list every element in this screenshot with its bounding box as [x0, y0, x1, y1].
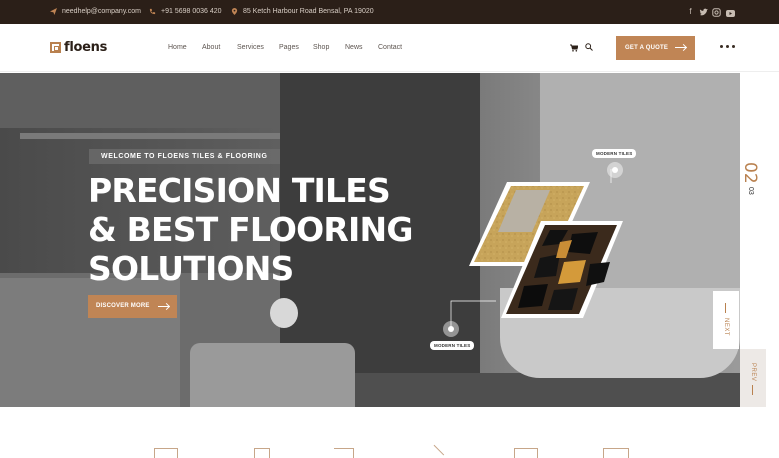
feature-icon [154, 448, 178, 458]
hero-title-line: SOLUTIONS [88, 249, 294, 288]
logo-mark-icon [50, 42, 61, 53]
hotspot-top[interactable] [607, 162, 623, 178]
hotspot-label-top: MODERN TILES [592, 149, 637, 158]
phone-icon [149, 8, 156, 15]
feature-icon [425, 444, 445, 458]
logo-text: floens [64, 40, 108, 55]
get-a-quote-button[interactable]: GET A QUOTE [616, 36, 695, 60]
nav-news[interactable]: News [345, 44, 363, 51]
hero-bg-toilet-paper [270, 298, 298, 328]
youtube-icon[interactable] [726, 8, 735, 19]
cart-icon[interactable] [570, 44, 578, 52]
arrow-down-icon [752, 385, 753, 395]
hotspot-lines [450, 169, 612, 331]
arrow-down-icon [725, 303, 726, 313]
top-bar: needhelp@company.com +91 5698 0036 420 8… [0, 0, 779, 24]
prev-label: PREV [750, 363, 756, 382]
hotspot-bottom[interactable] [443, 321, 459, 337]
send-icon [50, 8, 57, 15]
arrow-right-icon [158, 306, 169, 307]
hotspot-label-bottom: MODERN TILES [430, 341, 475, 350]
hero-title: PRECISION TILES & BEST FLOORING SOLUTION… [88, 171, 413, 288]
dot-icon [726, 45, 729, 48]
hero-bg-shelf [20, 133, 280, 139]
discover-more-button[interactable]: DISCOVER MORE [88, 295, 177, 318]
topbar-email[interactable]: needhelp@company.com [50, 8, 141, 15]
topbar-address-text: 85 Ketch Harbour Road Bensal, PA 19020 [243, 8, 374, 15]
logo[interactable]: floens [50, 40, 107, 55]
topbar-address: 85 Ketch Harbour Road Bensal, PA 19020 [231, 8, 374, 15]
hero-tagline: WELCOME TO FLOENS TILES & FLOORING [89, 149, 280, 164]
feature-icon [254, 448, 270, 458]
topbar-phone-text: +91 5698 0036 420 [161, 8, 222, 15]
more-menu-button[interactable] [720, 45, 735, 48]
feature-icon [603, 448, 629, 458]
nav-contact[interactable]: Contact [378, 44, 402, 51]
topbar-phone[interactable]: +91 5698 0036 420 [149, 8, 222, 15]
prev-slide-button[interactable]: PREV [740, 349, 766, 407]
nav-services[interactable]: Services [237, 44, 264, 51]
slide-current-number: 02 [740, 162, 760, 184]
nav-home[interactable]: Home [168, 44, 187, 51]
feature-icon [334, 448, 354, 458]
search-icon[interactable] [585, 43, 593, 51]
nav-pages[interactable]: Pages [279, 44, 299, 51]
hero-title-line: & BEST FLOORING [88, 210, 413, 249]
dot-icon [732, 45, 735, 48]
slide-total-number: 03 [747, 187, 754, 195]
hero-bg-floor [350, 373, 740, 407]
nav-about[interactable]: About [202, 44, 220, 51]
hero-title-line: PRECISION TILES [88, 171, 391, 210]
location-icon [231, 8, 238, 15]
twitter-icon[interactable] [699, 7, 708, 18]
nav-shop[interactable]: Shop [313, 44, 329, 51]
dot-icon [720, 45, 723, 48]
hero-bg-toilet [190, 343, 355, 407]
topbar-email-text: needhelp@company.com [62, 8, 141, 15]
get-a-quote-label: GET A QUOTE [625, 45, 669, 51]
hero-slider: WELCOME TO FLOENS TILES & FLOORING PRECI… [0, 73, 740, 407]
instagram-icon[interactable] [712, 7, 721, 18]
features-strip [0, 407, 779, 458]
discover-more-label: DISCOVER MORE [96, 303, 150, 309]
next-slide-button[interactable]: NEXT [713, 291, 739, 349]
arrow-right-icon [675, 47, 686, 48]
main-header: floens Home About Services Pages Shop Ne… [0, 24, 779, 72]
feature-icon [514, 448, 538, 458]
next-label: NEXT [723, 318, 729, 337]
facebook-icon[interactable]: f [686, 6, 695, 17]
hero-bg-cabinet [0, 73, 280, 128]
